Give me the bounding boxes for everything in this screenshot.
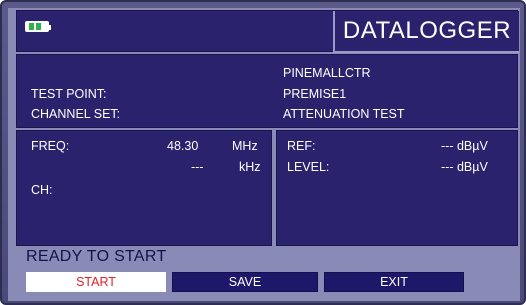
exit-button[interactable]: EXIT [324, 272, 464, 292]
battery-cell [29, 23, 34, 30]
ch-label: CH: [31, 183, 53, 197]
page-title: DATALOGGER [342, 17, 512, 44]
ref-value: --- dBµV [441, 139, 488, 153]
ref-label: REF: [287, 139, 316, 153]
channel-set-value: ATTENUATION TEST [283, 107, 405, 121]
screen: DATALOGGER PINEMALLCTR TEST POINT: PREMI… [8, 8, 520, 301]
title-box: DATALOGGER [333, 11, 519, 53]
battery-cell [36, 23, 41, 30]
level-panel: REF: --- dBµV LEVEL: --- dBµV [276, 130, 518, 246]
level-label: LEVEL: [287, 160, 330, 174]
channel-set-label: CHANNEL SET: [31, 107, 121, 121]
level-value: --- dBµV [441, 160, 488, 174]
offset-value: --- [191, 160, 204, 174]
start-button-label: START [76, 275, 116, 289]
top-bar: DATALOGGER [16, 10, 519, 53]
freq-unit: MHz [232, 139, 258, 153]
freq-label: FREQ: [31, 139, 70, 153]
info-panel: PINEMALLCTR TEST POINT: PREMISE1 CHANNEL… [16, 54, 518, 128]
point-name-value: PINEMALLCTR [283, 66, 371, 80]
test-point-value: PREMISE1 [283, 87, 347, 101]
device-frame: DATALOGGER PINEMALLCTR TEST POINT: PREMI… [0, 0, 526, 305]
status-text: READY TO START [26, 248, 167, 265]
save-button[interactable]: SAVE [172, 272, 318, 292]
battery-icon [25, 21, 51, 32]
freq-value: 48.30 [167, 139, 199, 153]
start-button[interactable]: START [26, 272, 166, 292]
test-point-label: TEST POINT: [31, 87, 107, 101]
save-button-label: SAVE [228, 275, 262, 289]
offset-unit: kHz [239, 160, 261, 174]
exit-button-label: EXIT [380, 275, 408, 289]
frequency-panel: FREQ: 48.30 MHz --- kHz CH: [16, 130, 272, 246]
